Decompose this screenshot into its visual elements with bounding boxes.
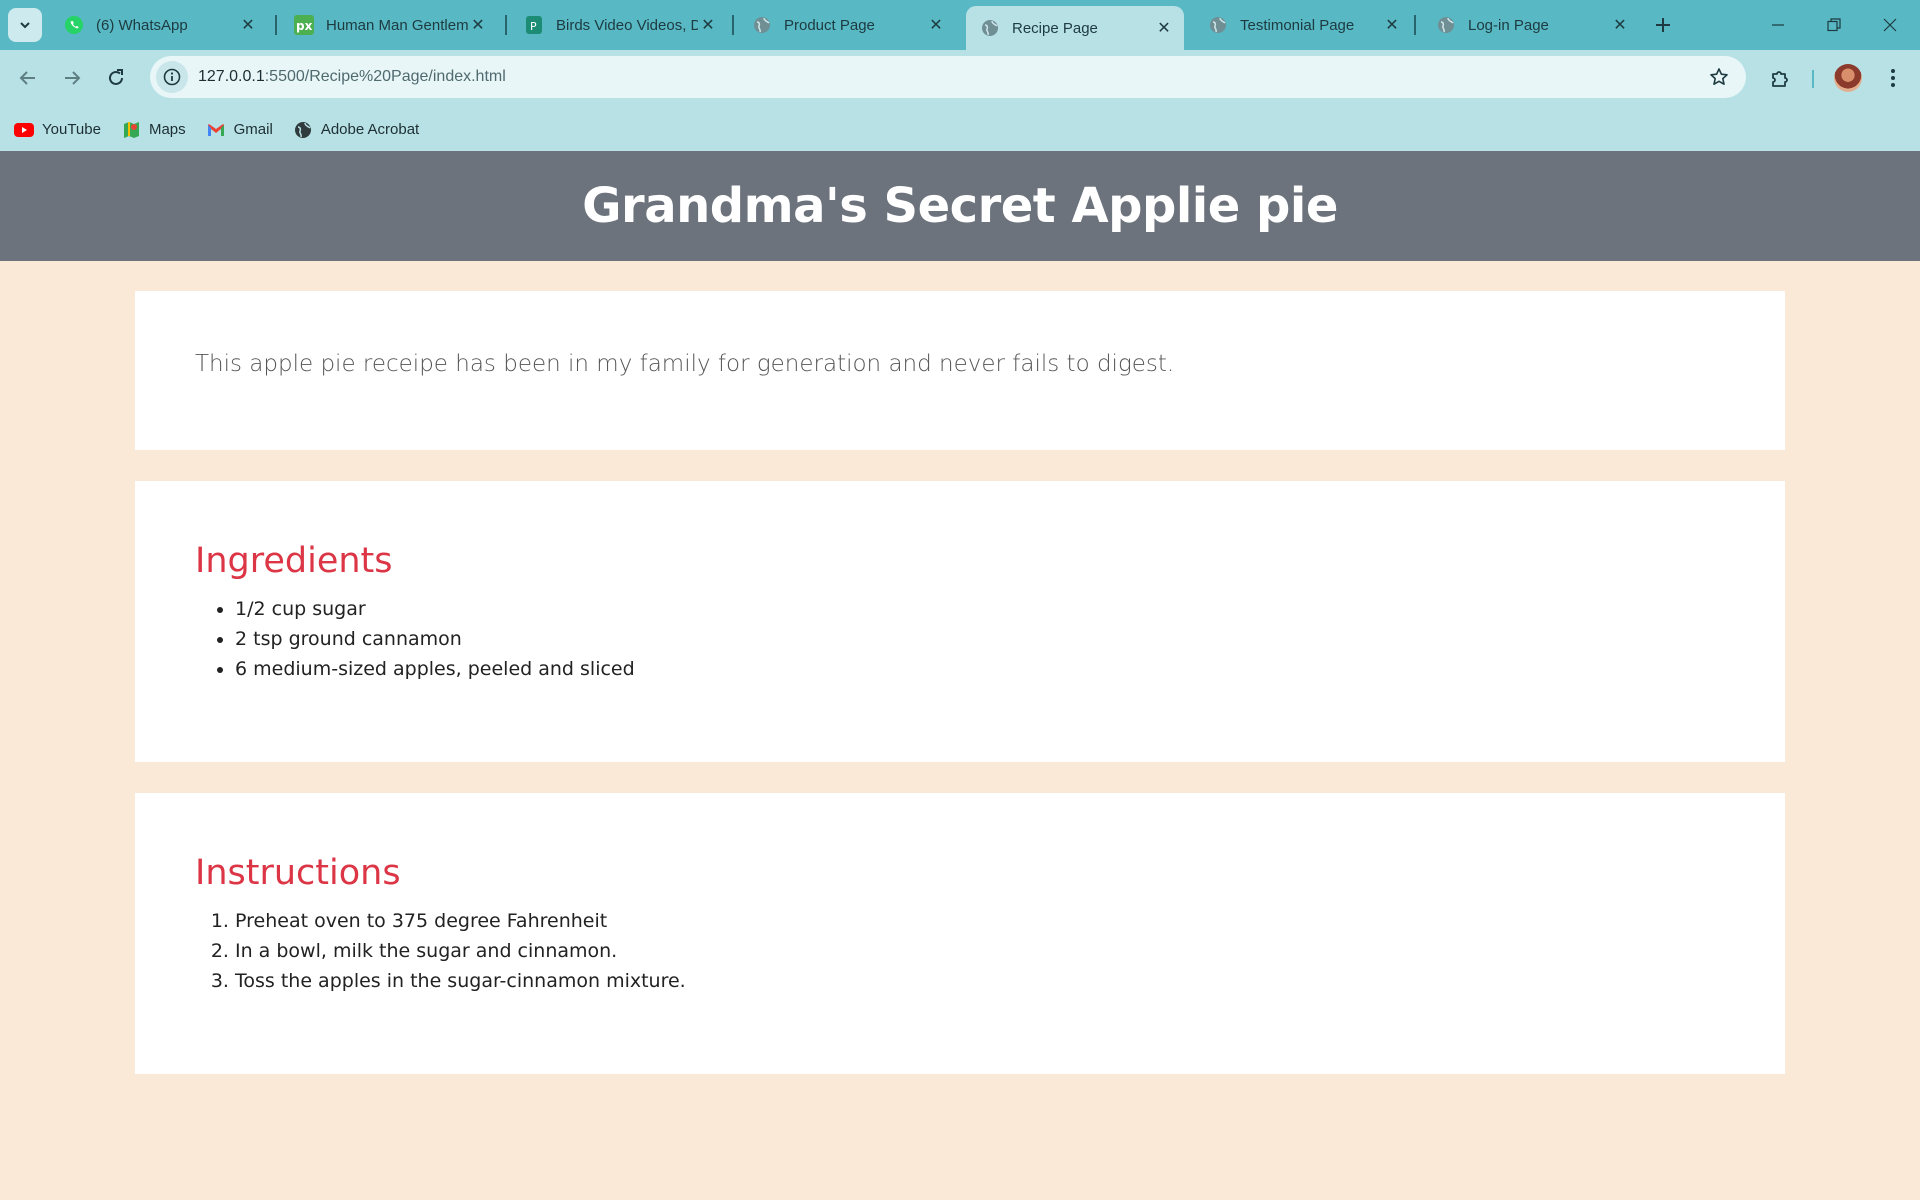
bookmark-maps[interactable]: Maps xyxy=(121,121,186,139)
globe-icon xyxy=(293,121,313,139)
bookmark-label: YouTube xyxy=(42,121,101,138)
close-icon[interactable]: ✕ xyxy=(1154,18,1174,38)
star-icon xyxy=(1710,68,1728,85)
svg-text:P: P xyxy=(530,20,537,33)
globe-icon xyxy=(980,18,1000,38)
bookmark-star-button[interactable] xyxy=(1706,64,1732,90)
toolbar-separator xyxy=(1812,70,1814,88)
browser-toolbar: 127.0.0.1:5500/Recipe%20Page/index.html xyxy=(0,50,1920,108)
ingredients-list: 1/2 cup sugar 2 tsp ground cannamon 6 me… xyxy=(235,594,635,684)
bookmark-label: Gmail xyxy=(233,121,273,138)
list-item: Preheat oven to 375 degree Fahrenheit xyxy=(235,906,686,936)
bookmark-adobe-acrobat[interactable]: Adobe Acrobat xyxy=(293,121,419,139)
reload-button[interactable] xyxy=(98,60,134,96)
whatsapp-icon xyxy=(64,15,84,35)
tab-separator xyxy=(275,15,277,35)
browser-menu-button[interactable] xyxy=(1878,62,1908,94)
close-window-button[interactable] xyxy=(1862,0,1918,50)
globe-icon xyxy=(752,15,772,35)
tab-login-page[interactable]: Log-in Page ✕ xyxy=(1422,6,1640,44)
globe-icon xyxy=(1208,15,1228,35)
new-tab-button[interactable] xyxy=(1648,10,1678,40)
intro-card: This apple pie receipe has been in my fa… xyxy=(135,291,1785,450)
ingredients-heading: Ingredients xyxy=(195,541,393,581)
arrow-right-icon xyxy=(65,71,81,85)
svg-text:px: px xyxy=(296,19,313,33)
url-path: :5500/Recipe%20Page/index.html xyxy=(264,68,506,85)
close-icon[interactable]: ✕ xyxy=(926,15,946,35)
chevron-down-icon xyxy=(20,22,30,29)
profile-avatar[interactable] xyxy=(1834,64,1862,92)
url-host: 127.0.0.1 xyxy=(198,68,265,85)
globe-icon xyxy=(1436,15,1456,35)
arrow-left-icon xyxy=(19,71,35,85)
restore-icon xyxy=(1827,18,1841,32)
tab-title: Recipe Page xyxy=(1012,19,1098,37)
tab-recipe-page[interactable]: Recipe Page ✕ xyxy=(966,6,1184,50)
gmail-icon xyxy=(206,121,226,139)
instructions-heading: Instructions xyxy=(195,853,401,893)
close-icon xyxy=(1883,18,1897,32)
site-info-button[interactable] xyxy=(156,61,188,93)
tab-title: Log-in Page xyxy=(1468,16,1549,34)
list-item: 1/2 cup sugar xyxy=(235,594,635,624)
tab-whatsapp[interactable]: (6) WhatsApp ✕ xyxy=(50,6,268,44)
list-item: 6 medium-sized apples, peeled and sliced xyxy=(235,654,635,684)
tab-pixabay[interactable]: px Human Man Gentlem ✕ xyxy=(280,6,498,44)
tab-testimonial-page[interactable]: Testimonial Page ✕ xyxy=(1194,6,1412,44)
close-icon[interactable]: ✕ xyxy=(1382,15,1402,35)
restore-button[interactable] xyxy=(1806,0,1862,50)
tab-separator xyxy=(732,15,734,35)
instructions-list: Preheat oven to 375 degree Fahrenheit In… xyxy=(235,906,686,996)
plus-icon xyxy=(1656,18,1670,32)
bookmark-gmail[interactable]: Gmail xyxy=(206,121,273,139)
tab-product-page[interactable]: Product Page ✕ xyxy=(738,6,956,44)
extensions-button[interactable] xyxy=(1766,63,1796,93)
pexels-icon: P xyxy=(524,15,544,35)
ingredients-card: Ingredients 1/2 cup sugar 2 tsp ground c… xyxy=(135,481,1785,762)
youtube-icon xyxy=(14,121,34,139)
tab-title: Testimonial Page xyxy=(1240,16,1355,34)
intro-text: This apple pie receipe has been in my fa… xyxy=(195,351,1175,377)
list-item: Toss the apples in the sugar-cinnamon mi… xyxy=(235,966,686,996)
list-item: In a bowl, milk the sugar and cinnamon. xyxy=(235,936,686,966)
info-icon xyxy=(163,68,181,86)
address-bar[interactable]: 127.0.0.1:5500/Recipe%20Page/index.html xyxy=(150,56,1746,98)
puzzle-icon xyxy=(1772,71,1788,87)
url-text: 127.0.0.1:5500/Recipe%20Page/index.html xyxy=(198,68,506,86)
instructions-card: Instructions Preheat oven to 375 degree … xyxy=(135,793,1785,1074)
bookmark-label: Adobe Acrobat xyxy=(320,121,420,138)
tab-search-button[interactable] xyxy=(8,8,42,42)
list-item: 2 tsp ground cannamon xyxy=(235,624,635,654)
minimize-button[interactable] xyxy=(1750,0,1806,50)
pixabay-icon: px xyxy=(294,15,314,35)
tab-separator xyxy=(505,15,507,35)
bookmark-youtube[interactable]: YouTube xyxy=(14,121,101,139)
tab-pexels[interactable]: P Birds Video Videos, D ✕ xyxy=(510,6,728,44)
page-header: Grandma's Secret Applie pie xyxy=(0,151,1920,261)
tab-title: Birds Video Videos, D xyxy=(556,16,698,34)
close-icon[interactable]: ✕ xyxy=(468,15,488,35)
tab-title: Human Man Gentlem xyxy=(326,16,468,34)
page-title: Grandma's Secret Applie pie xyxy=(582,178,1338,234)
bookmarks-bar: YouTube Maps Gmail Adobe Acrobat xyxy=(0,108,1920,151)
minimize-icon xyxy=(1772,24,1784,26)
forward-button[interactable] xyxy=(54,60,90,96)
reload-icon xyxy=(109,69,123,85)
tab-title: Product Page xyxy=(784,16,875,34)
back-button[interactable] xyxy=(10,60,46,96)
tab-bar: (6) WhatsApp ✕ px Human Man Gentlem ✕ P … xyxy=(0,0,1920,50)
close-icon[interactable]: ✕ xyxy=(698,15,718,35)
more-vertical-icon xyxy=(1891,69,1895,87)
tab-title: (6) WhatsApp xyxy=(96,16,188,34)
maps-icon xyxy=(121,121,141,139)
bookmark-label: Maps xyxy=(148,121,186,138)
close-icon[interactable]: ✕ xyxy=(238,15,258,35)
close-icon[interactable]: ✕ xyxy=(1610,15,1630,35)
tab-separator xyxy=(1414,15,1416,35)
